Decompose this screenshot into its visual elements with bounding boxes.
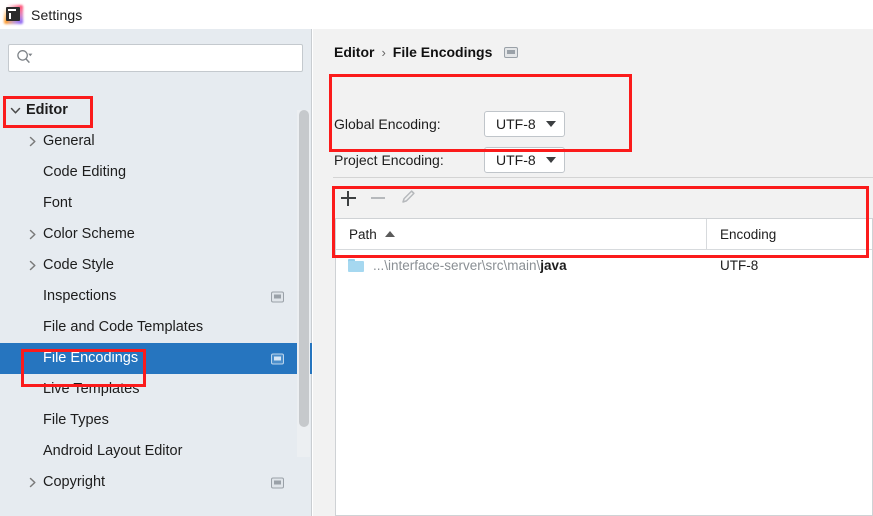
edit-path-button[interactable] [393, 185, 423, 211]
cell-path-text: ...\interface-server\src\main\java [373, 257, 567, 273]
search-icon [16, 49, 33, 68]
search-input[interactable] [33, 46, 291, 70]
minus-icon [371, 196, 385, 200]
sidebar-item-live-templates[interactable]: Live Templates [0, 374, 312, 405]
window-titlebar: Settings [0, 0, 873, 29]
add-path-button[interactable] [333, 185, 363, 211]
sidebar-item-color-scheme[interactable]: Color Scheme [0, 219, 312, 250]
sidebar-item-label: Code Style [43, 257, 114, 274]
project-encoding-row: Project Encoding: UTF-8 [334, 147, 565, 173]
settings-tree[interactable]: Editor General Code Editing Font Color Schem… [0, 95, 312, 516]
project-scope-badge-icon [271, 477, 284, 488]
column-header-encoding[interactable]: Encoding [707, 219, 872, 249]
table-body: ...\interface-server\src\main\java UTF-8 [336, 250, 872, 280]
table-header-row: Path Encoding [336, 219, 872, 250]
breadcrumb-separator-icon: › [381, 44, 386, 60]
chevron-right-icon[interactable] [26, 476, 39, 489]
sidebar-item-code-editing[interactable]: Code Editing [0, 157, 312, 188]
sidebar-item-label: File and Code Templates [43, 319, 204, 336]
project-encoding-value: UTF-8 [496, 152, 536, 168]
sidebar-item-file-encodings[interactable]: File Encodings [0, 343, 312, 374]
settings-detail-panel: Editor › File Encodings Global Encoding:… [313, 29, 873, 516]
window-title: Settings [31, 6, 83, 23]
table-row[interactable]: ...\interface-server\src\main\java UTF-8 [336, 250, 872, 280]
sidebar-item-editor[interactable]: Editor [0, 95, 312, 126]
breadcrumb-root[interactable]: Editor [334, 44, 374, 60]
plus-icon [340, 190, 356, 206]
sidebar-item-label: Live Templates [43, 381, 140, 398]
sidebar-item-label: Code Editing [43, 164, 127, 181]
sidebar-item-copyright[interactable]: Copyright [0, 467, 312, 498]
sidebar-item-label: Android Layout Editor [43, 443, 183, 460]
sidebar-item-label: Color Scheme [43, 226, 135, 243]
sidebar-item-code-style[interactable]: Code Style [0, 250, 312, 281]
chevron-down-icon[interactable] [9, 104, 22, 117]
global-encoding-value: UTF-8 [496, 116, 536, 132]
global-encoding-dropdown[interactable]: UTF-8 [484, 111, 565, 137]
sidebar-item-label: File Encodings [43, 350, 139, 367]
breadcrumb-current: File Encodings [392, 44, 493, 60]
breadcrumb: Editor › File Encodings [334, 44, 519, 60]
global-encoding-row: Global Encoding: UTF-8 [334, 111, 565, 137]
project-encoding-label: Project Encoding: [334, 152, 444, 168]
cell-encoding: UTF-8 [720, 257, 759, 273]
sidebar-item-file-and-code-templates[interactable]: File and Code Templates [0, 312, 312, 343]
table-toolbar [333, 184, 873, 212]
sidebar-item-label: File Types [43, 412, 109, 429]
remove-path-button[interactable] [363, 185, 393, 211]
sidebar-item-general[interactable]: General [0, 126, 312, 157]
cell-path-leaf: java [540, 257, 567, 273]
column-header-path-label: Path [349, 226, 377, 242]
folder-icon [348, 258, 364, 272]
chevron-right-icon[interactable] [26, 135, 39, 148]
intellij-idea-icon [4, 5, 23, 24]
sidebar-item-label: General [43, 133, 95, 150]
sort-ascending-icon [384, 231, 395, 237]
project-encoding-dropdown[interactable]: UTF-8 [484, 147, 565, 173]
file-encodings-table[interactable]: Path Encoding ...\interface-server\src\m… [335, 218, 873, 516]
sidebar-item-label: Inspections [43, 288, 117, 305]
search-box[interactable] [8, 44, 303, 72]
pencil-icon [400, 188, 417, 208]
sidebar-item-font[interactable]: Font [0, 188, 312, 219]
sidebar-item-label: Font [43, 195, 73, 212]
column-header-encoding-label: Encoding [720, 226, 777, 242]
chevron-right-icon[interactable] [26, 259, 39, 272]
sidebar-item-inspections[interactable]: Inspections [0, 281, 312, 312]
global-encoding-label: Global Encoding: [334, 116, 441, 132]
settings-sidebar: Editor General Code Editing Font Color Schem… [0, 29, 312, 516]
cell-path: ...\interface-server\src\main\java [336, 250, 707, 280]
panel-divider [333, 177, 873, 178]
sidebar-item-android-layout-editor[interactable]: Android Layout Editor [0, 436, 312, 467]
project-scope-badge-icon [271, 353, 284, 364]
chevron-down-icon [545, 121, 556, 127]
column-header-path[interactable]: Path [336, 219, 707, 249]
sidebar-item-label: Copyright [43, 474, 106, 491]
sidebar-item-file-types[interactable]: File Types [0, 405, 312, 436]
sidebar-scrollbar-thumb[interactable] [299, 110, 309, 427]
project-scope-badge-icon [271, 291, 284, 302]
project-scope-badge-icon [504, 46, 519, 58]
chevron-right-icon[interactable] [26, 228, 39, 241]
sidebar-item-label: Editor [26, 102, 68, 119]
chevron-down-icon [545, 157, 556, 163]
